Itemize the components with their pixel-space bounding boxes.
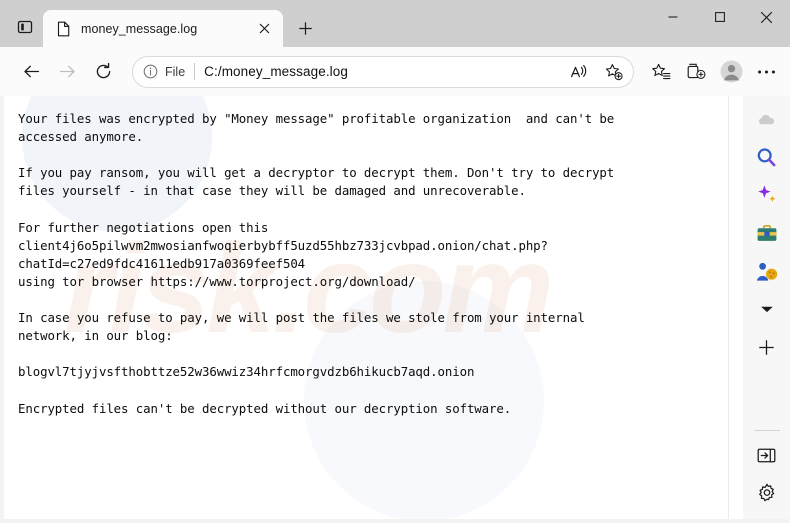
browser-window: money_message.log File C:/money_message.… [0, 0, 790, 523]
file-document-icon [55, 20, 72, 37]
read-aloud-button[interactable] [565, 58, 593, 86]
sidebar-item-games[interactable] [750, 254, 784, 288]
info-circle-icon [143, 64, 158, 79]
add-favorite-button[interactable] [600, 58, 628, 86]
ellipsis-icon [757, 70, 775, 73]
sidebar-item-customize[interactable] [750, 330, 784, 364]
favorites-icon [651, 63, 670, 79]
cloud-icon [759, 114, 775, 124]
maximize-icon [714, 12, 725, 22]
browser-essentials-button[interactable] [750, 102, 784, 136]
back-button[interactable] [14, 55, 48, 89]
sidebar-settings-gear-icon [758, 483, 774, 502]
browser-body: risk.com Your files was encrypted by "Mo… [0, 96, 790, 523]
read-aloud-icon [571, 64, 587, 77]
refresh-button[interactable] [86, 55, 120, 89]
title-bar: money_message.log [0, 0, 790, 47]
sidebar-search-icon [757, 147, 776, 166]
sidebar-settings-button[interactable] [750, 476, 784, 510]
plus-icon [298, 21, 312, 35]
url-text[interactable]: C:/money_message.log [204, 64, 558, 79]
refresh-icon [96, 62, 110, 79]
tab-close-button[interactable] [253, 18, 275, 40]
star-plus-icon [605, 63, 623, 80]
arrow-right-icon [59, 65, 75, 78]
sidebar-item-copilot[interactable] [750, 178, 784, 212]
navigation-toolbar: File C:/money_message.log [0, 47, 790, 96]
window-controls [649, 0, 790, 34]
page-content-area: risk.com Your files was encrypted by "Mo… [4, 96, 743, 519]
sidebar-chevron-down-icon [760, 306, 773, 312]
page-vertical-scrollbar[interactable] [728, 96, 743, 519]
tab-title: money_message.log [81, 21, 198, 36]
close-icon [259, 23, 269, 34]
forward-button[interactable] [50, 55, 84, 89]
minimize-button[interactable] [649, 0, 696, 34]
maximize-button[interactable] [696, 0, 743, 34]
toolbar-icon-group [644, 55, 783, 89]
tab-actions-button[interactable] [7, 10, 43, 44]
sidebar-copilot-icon [757, 185, 776, 202]
favorites-button[interactable] [644, 55, 678, 89]
sidebar-item-show-more[interactable] [750, 292, 784, 326]
url-scheme-label: File [165, 64, 186, 79]
new-tab-button[interactable] [288, 13, 322, 43]
sidebar-divider [753, 430, 780, 431]
minimize-icon [668, 16, 677, 18]
collections-icon [687, 63, 705, 79]
log-file-text: Your files was encrypted by "Money messa… [18, 111, 615, 416]
browser-sidebar-rail [743, 96, 790, 519]
collections-button[interactable] [679, 55, 713, 89]
sidebar-tools-icon [757, 224, 776, 241]
address-bar[interactable]: File C:/money_message.log [132, 55, 634, 88]
sidebar-item-tools[interactable] [750, 216, 784, 250]
sidebar-toggle-panel-button[interactable] [750, 438, 784, 472]
sidebar-toggle-icon [757, 448, 776, 462]
profile-avatar-icon [720, 60, 742, 83]
tab-actions-icon [17, 20, 33, 34]
omnibox-divider [194, 63, 196, 80]
tab-money-message-log[interactable]: money_message.log [43, 10, 283, 47]
sidebar-item-search[interactable] [750, 140, 784, 174]
sidebar-add-icon [759, 339, 774, 355]
sidebar-games-icon [756, 262, 777, 281]
close-window-button[interactable] [743, 0, 790, 34]
close-icon [760, 11, 773, 23]
arrow-left-icon [23, 65, 39, 78]
tab-strip: money_message.log [7, 0, 322, 47]
settings-and-more-button[interactable] [749, 55, 783, 89]
profile-button[interactable] [714, 55, 748, 89]
